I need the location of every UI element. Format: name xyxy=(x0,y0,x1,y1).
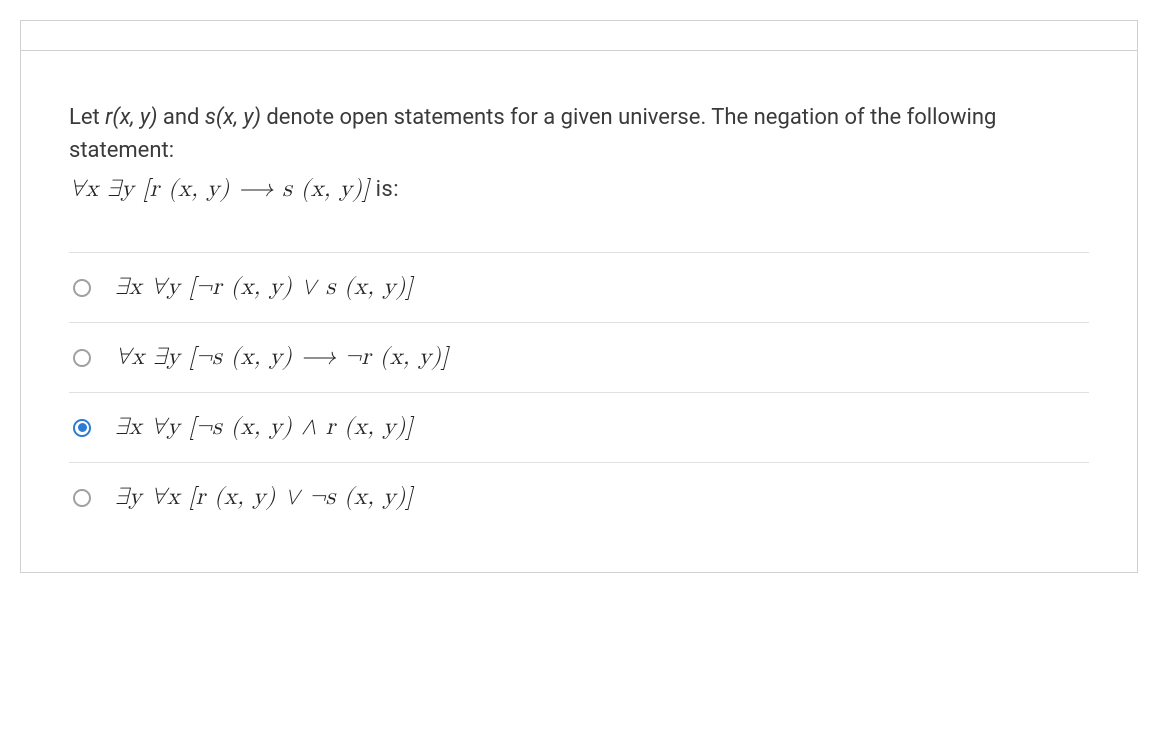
option-row[interactable]: ∃y ∀x [r (x, y) ∨ ¬s (x, y)] xyxy=(69,462,1089,532)
option-formula: ∃x ∀y [¬r (x, y) ∨ s (x, y)] xyxy=(115,273,413,302)
option-row[interactable]: ∃x ∀y [¬r (x, y) ∨ s (x, y)] xyxy=(69,252,1089,322)
radio-button[interactable] xyxy=(73,419,91,437)
option-formula: ∃x ∀y [¬s (x, y) ∧ r (x, y)] xyxy=(115,413,413,442)
question-formula-row: ∀x ∃y [r (x, y) ⟶ s (x, y)] is: xyxy=(69,175,1089,204)
option-formula: ∀x ∃y [¬s (x, y) ⟶ ¬r (x, y)] xyxy=(115,343,449,372)
option-row[interactable]: ∃x ∀y [¬s (x, y) ∧ r (x, y)] xyxy=(69,392,1089,462)
radio-button[interactable] xyxy=(73,349,91,367)
question-formula: ∀x ∃y [r (x, y) ⟶ s (x, y)] xyxy=(69,177,370,201)
question-container: Let r(x, y) and s(x, y) denote open stat… xyxy=(20,20,1138,573)
top-spacer xyxy=(21,20,1137,50)
preamble-part2: and xyxy=(157,105,204,130)
option-row[interactable]: ∀x ∃y [¬s (x, y) ⟶ ¬r (x, y)] xyxy=(69,322,1089,392)
options-list: ∃x ∀y [¬r (x, y) ∨ s (x, y)] ∀x ∃y [¬s (… xyxy=(69,252,1089,532)
r-func: r(x, y) xyxy=(105,105,157,130)
radio-button[interactable] xyxy=(73,279,91,297)
question-formula-suffix: is: xyxy=(370,177,400,202)
question-box: Let r(x, y) and s(x, y) denote open stat… xyxy=(21,50,1137,572)
radio-button[interactable] xyxy=(73,489,91,507)
option-formula: ∃y ∀x [r (x, y) ∨ ¬s (x, y)] xyxy=(115,483,413,512)
question-stem: Let r(x, y) and s(x, y) denote open stat… xyxy=(69,101,1089,167)
s-func: s(x, y) xyxy=(205,105,261,130)
preamble-part1: Let xyxy=(69,105,105,130)
